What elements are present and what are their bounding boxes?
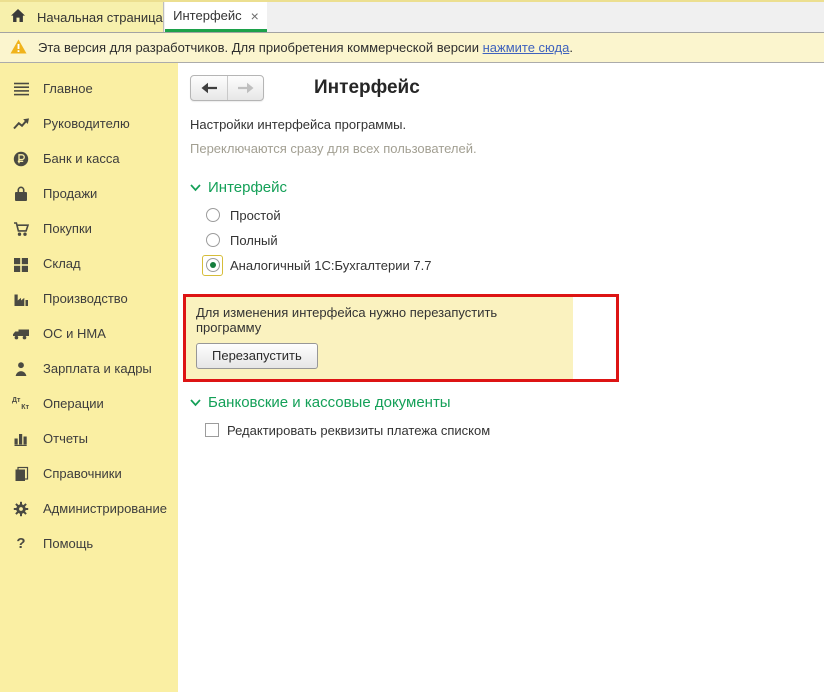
gear-icon bbox=[11, 500, 31, 518]
sidebar-item-administration[interactable]: Администрирование bbox=[0, 491, 178, 526]
factory-icon bbox=[11, 290, 31, 308]
radio-icon-selected bbox=[206, 258, 220, 272]
interface-options: Простой Полный Аналогичный 1С:Бухгалтери… bbox=[202, 203, 808, 277]
sidebar-item-bank-cash[interactable]: Банк и касса bbox=[0, 141, 178, 176]
person-icon bbox=[11, 360, 31, 378]
radio-option-similar-77[interactable]: Аналогичный 1С:Бухгалтерии 7.7 bbox=[202, 253, 808, 277]
cart-icon bbox=[11, 220, 31, 238]
restart-button[interactable]: Перезапустить bbox=[196, 343, 318, 369]
debit-credit-icon: ДтКт bbox=[11, 395, 31, 413]
back-button[interactable] bbox=[191, 76, 227, 100]
tab-bar: Начальная страница Интерфейс × bbox=[0, 0, 824, 33]
app-window: Начальная страница Интерфейс × Эта верси… bbox=[0, 0, 824, 692]
truck-icon bbox=[11, 325, 31, 343]
sidebar-item-manager[interactable]: Руководителю bbox=[0, 106, 178, 141]
content-area: Интерфейс Настройки интерфейса программы… bbox=[178, 63, 824, 692]
tab-home-page[interactable]: Начальная страница bbox=[0, 2, 164, 32]
sidebar-item-warehouse[interactable]: Склад bbox=[0, 246, 178, 281]
trend-up-icon bbox=[11, 115, 31, 133]
page-description: Настройки интерфейса программы. bbox=[190, 117, 808, 132]
home-icon bbox=[10, 8, 26, 26]
section-bank-docs-header[interactable]: Банковские и кассовые документы bbox=[190, 394, 808, 411]
sidebar-item-help[interactable]: ? Помощь bbox=[0, 526, 178, 561]
restart-message: Для изменения интерфейса нужно перезапус… bbox=[196, 305, 563, 335]
sidebar-item-reports[interactable]: Отчеты bbox=[0, 421, 178, 456]
restart-required-panel: Для изменения интерфейса нужно перезапус… bbox=[186, 297, 573, 379]
bag-icon bbox=[11, 185, 31, 203]
sidebar-item-main[interactable]: Главное bbox=[0, 71, 178, 106]
sidebar-item-fixed-assets[interactable]: ОС и НМА bbox=[0, 316, 178, 351]
sidebar-item-directories[interactable]: Справочники bbox=[0, 456, 178, 491]
warning-text: Эта версия для разработчиков. Для приобр… bbox=[38, 40, 573, 55]
question-icon: ? bbox=[11, 535, 31, 553]
page-title: Интерфейс bbox=[314, 77, 420, 99]
checkbox-icon bbox=[205, 423, 219, 437]
warning-suffix: . bbox=[569, 40, 573, 55]
forward-button[interactable] bbox=[227, 76, 263, 100]
sidebar-item-purchases[interactable]: Покупки bbox=[0, 211, 178, 246]
dev-version-warning-bar: Эта версия для разработчиков. Для приобр… bbox=[0, 33, 824, 63]
close-icon[interactable]: × bbox=[251, 9, 259, 23]
ruble-coin-icon bbox=[11, 150, 31, 168]
radio-icon bbox=[206, 233, 220, 247]
tab-interface-label: Интерфейс bbox=[173, 8, 241, 23]
annotation-red-box: Для изменения интерфейса нужно перезапус… bbox=[183, 294, 619, 382]
sidebar-item-salary-hr[interactable]: Зарплата и кадры bbox=[0, 351, 178, 386]
radio-option-full[interactable]: Полный bbox=[202, 228, 808, 252]
radio-option-simple[interactable]: Простой bbox=[202, 203, 808, 227]
sidebar-item-operations[interactable]: ДтКт Операции bbox=[0, 386, 178, 421]
grid-icon bbox=[11, 255, 31, 273]
tab-home-label: Начальная страница bbox=[37, 10, 163, 25]
books-icon bbox=[11, 465, 31, 483]
chevron-down-icon bbox=[190, 399, 201, 407]
radio-icon bbox=[206, 208, 220, 222]
sidebar-item-sales[interactable]: Продажи bbox=[0, 176, 178, 211]
section-interface-header[interactable]: Интерфейс bbox=[190, 179, 808, 196]
menu-lines-icon bbox=[11, 80, 31, 98]
sidebar: Главное Руководителю Банк и касса Продаж… bbox=[0, 63, 178, 692]
purchase-link[interactable]: нажмите сюда bbox=[483, 40, 570, 55]
edit-payment-details-option[interactable]: Редактировать реквизиты платежа списком bbox=[205, 419, 808, 441]
sidebar-item-production[interactable]: Производство bbox=[0, 281, 178, 316]
tab-interface[interactable]: Интерфейс × bbox=[165, 2, 267, 32]
bar-chart-icon bbox=[11, 430, 31, 448]
chevron-down-icon bbox=[190, 184, 201, 192]
page-note: Переключаются сразу для всех пользовател… bbox=[190, 141, 808, 156]
history-nav-buttons bbox=[190, 75, 264, 101]
warning-triangle-icon bbox=[10, 39, 27, 57]
